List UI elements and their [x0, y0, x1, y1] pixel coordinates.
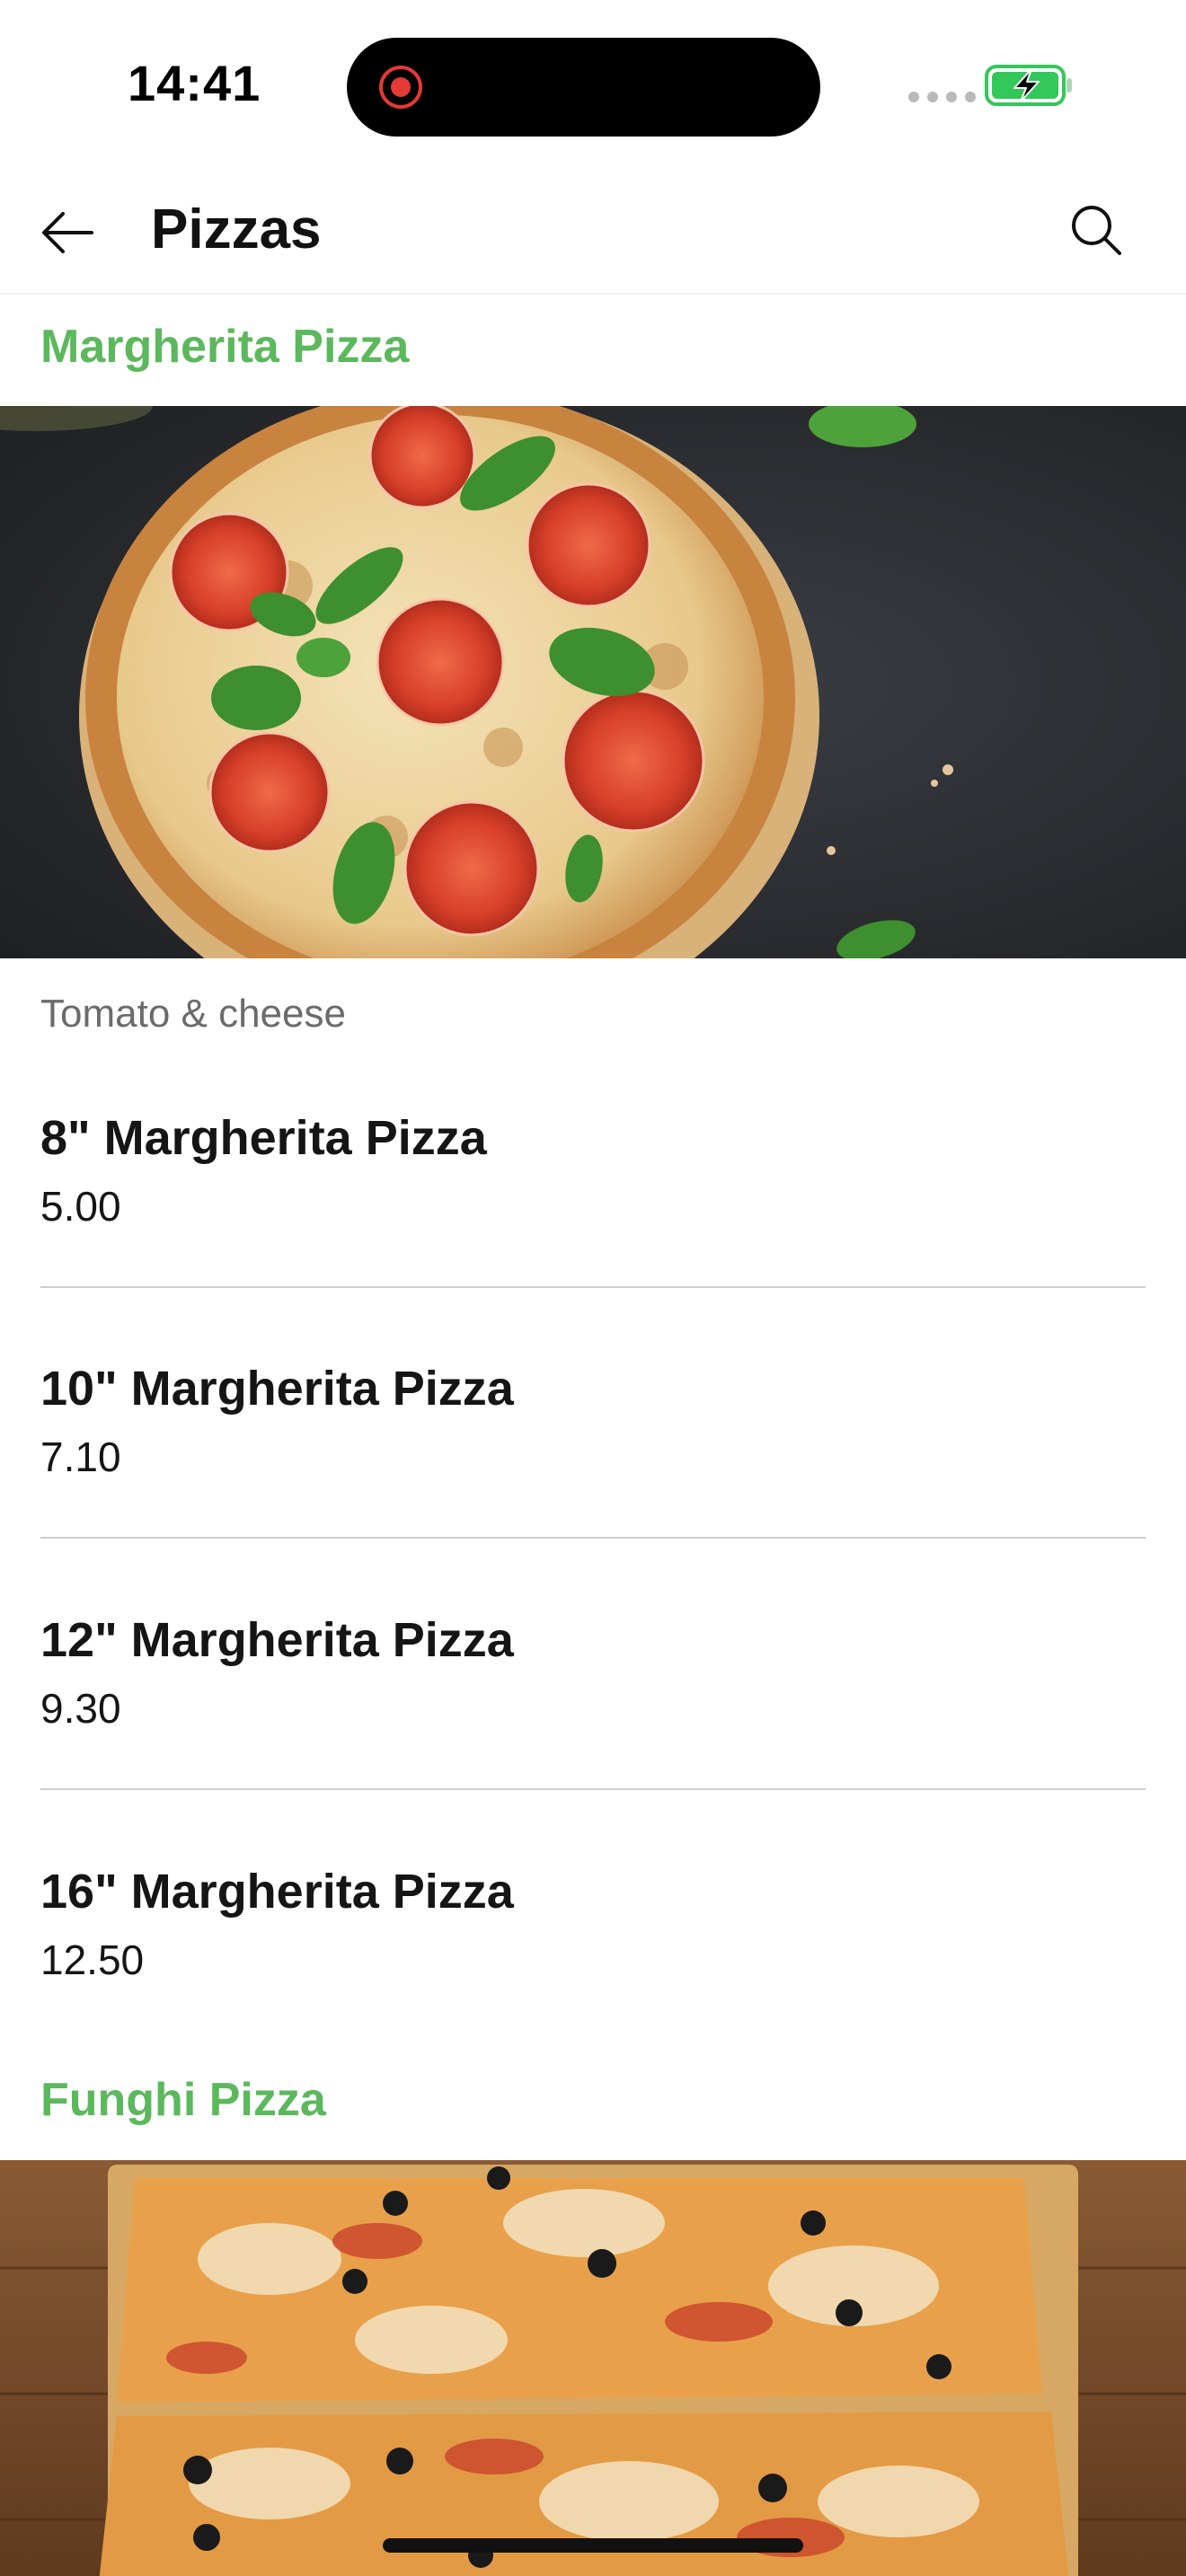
menu-item-name: 10" Margherita Pizza	[40, 1362, 514, 1416]
battery-charging-icon	[985, 65, 1072, 106]
menu-item-price: 9.30	[40, 1685, 121, 1732]
menu-item-name: 12" Margherita Pizza	[40, 1613, 514, 1667]
dynamic-island	[347, 38, 820, 137]
cellular-signal-icon	[908, 92, 976, 102]
category-title-funghi: Funghi Pizza	[40, 2074, 326, 2126]
menu-item[interactable]: 8" Margherita Pizza 5.00	[40, 1110, 1146, 1362]
screen: 14:41 Pizzas Margherita Pizza Tomato & c…	[0, 0, 1186, 2576]
menu-item-price: 7.10	[40, 1434, 121, 1480]
screen-recording-icon	[379, 66, 422, 109]
margherita-pizza-image	[0, 406, 1186, 958]
menu-item-price: 12.50	[40, 1936, 145, 1983]
funghi-pizza-image	[0, 2160, 1186, 2576]
menu-item-name: 16" Margherita Pizza	[40, 1865, 514, 1919]
menu-item[interactable]: 10" Margherita Pizza 7.10	[40, 1361, 1146, 1612]
home-indicator[interactable]	[383, 2538, 803, 2553]
status-bar: 14:41	[0, 0, 1186, 171]
menu-item[interactable]: 12" Margherita Pizza 9.30	[40, 1612, 1146, 1864]
app-header: Pizzas	[0, 171, 1186, 295]
page-title: Pizzas	[151, 198, 322, 260]
menu-item-price: 5.00	[40, 1183, 121, 1230]
category-description: Tomato & cheese	[40, 992, 346, 1036]
category-title-margherita: Margherita Pizza	[40, 321, 410, 373]
status-time: 14:41	[128, 55, 261, 111]
search-icon[interactable]	[1066, 199, 1128, 262]
arrow-left-icon[interactable]	[36, 201, 99, 264]
menu-item-name: 8" Margherita Pizza	[40, 1111, 487, 1165]
